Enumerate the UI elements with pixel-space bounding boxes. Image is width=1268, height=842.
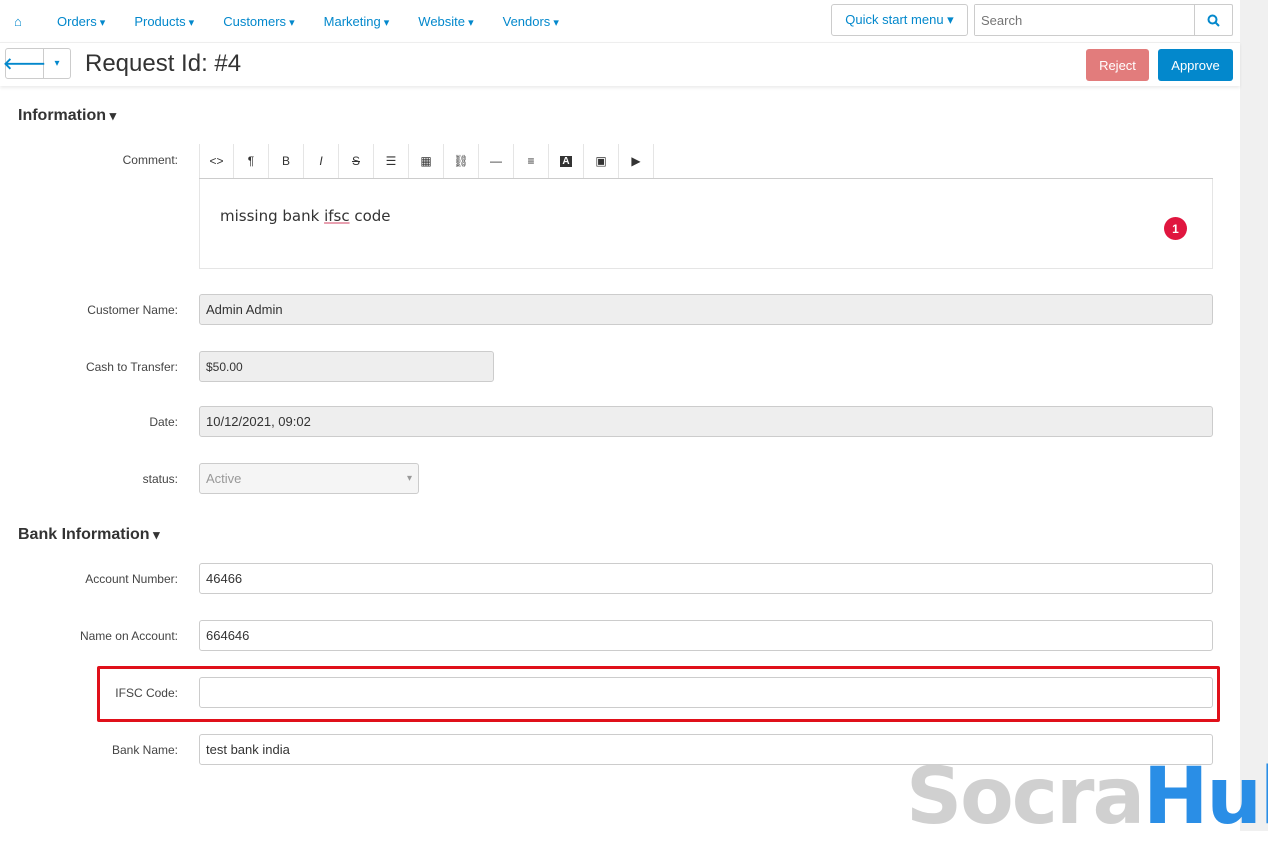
back-arrow-icon[interactable]: 🡐 — [3, 49, 46, 78]
comment-label: Comment: — [122, 153, 178, 167]
search-input[interactable] — [975, 5, 1194, 35]
nav-website[interactable]: Website — [418, 14, 473, 29]
chevron-down-icon[interactable]: ▾ — [44, 49, 70, 78]
customer-name-field[interactable]: Admin Admin — [199, 294, 1213, 325]
text-color-icon[interactable]: A — [549, 144, 584, 178]
watermark-logo: SocraHub — [906, 752, 1268, 842]
link-icon[interactable]: ⛓ — [444, 144, 479, 178]
ifsc-code-label: IFSC Code: — [115, 686, 178, 700]
comment-text: missing bank ifsc code — [220, 207, 391, 225]
quick-start-menu-button[interactable]: Quick start menu ▾ — [831, 4, 968, 36]
notification-badge: 1 — [1164, 217, 1187, 240]
name-on-account-label: Name on Account: — [79, 629, 178, 643]
nav-orders[interactable]: Orders — [57, 14, 105, 29]
date-label: Date: — [149, 415, 178, 429]
bank-name-label: Bank Name: — [111, 743, 178, 757]
status-label: status: — [142, 472, 178, 486]
customer-name-label: Customer Name: — [87, 303, 178, 317]
editor-toolbar: <> ¶ B I S ☰ ▦ ⛓ — ≡ A ▣ ▶ — [199, 144, 1213, 179]
code-view-icon[interactable]: <> — [199, 144, 234, 178]
status-value: Active — [206, 471, 242, 486]
image-icon[interactable]: ▣ — [584, 144, 619, 178]
watermark-part2: Hub — [1143, 752, 1268, 842]
strikethrough-icon[interactable]: S — [339, 144, 374, 178]
home-icon[interactable]: ⌂ — [14, 14, 28, 29]
comment-text-start: missing bank — [220, 207, 325, 225]
paragraph-icon[interactable]: ¶ — [234, 144, 269, 178]
misspelled-word: ifsc — [324, 207, 350, 225]
scrollbar[interactable] — [1240, 0, 1268, 831]
chevron-down-icon: ▾ — [406, 473, 412, 484]
date-field[interactable]: 10/12/2021, 09:02 — [199, 406, 1213, 437]
align-icon[interactable]: ≡ — [514, 144, 549, 178]
watermark-part1: Socra — [906, 752, 1145, 842]
bank-information-heading[interactable]: Bank Information — [18, 526, 160, 544]
account-number-label: Account Number: — [85, 572, 178, 586]
reject-button[interactable]: Reject — [1086, 49, 1149, 81]
account-number-input[interactable]: 46466 — [199, 563, 1213, 594]
page-header: 🡐 ▾ Request Id: #4 Reject Approve — [0, 42, 1240, 86]
cash-field[interactable]: $50.00 — [199, 351, 494, 382]
italic-icon[interactable]: I — [304, 144, 339, 178]
table-icon[interactable]: ▦ — [409, 144, 444, 178]
video-icon[interactable]: ▶ — [619, 144, 654, 178]
approve-button[interactable]: Approve — [1158, 49, 1233, 81]
list-icon[interactable]: ☰ — [374, 144, 409, 178]
page-title: Request Id: #4 — [85, 50, 242, 77]
nav-vendors[interactable]: Vendors — [503, 14, 559, 29]
status-select[interactable]: Active ▾ — [199, 463, 419, 494]
comment-text-end: code — [349, 207, 391, 225]
back-button-group: 🡐 ▾ — [3, 48, 71, 79]
ifsc-code-input[interactable] — [199, 677, 1213, 708]
comment-editor[interactable]: missing bank ifsc code 1 — [199, 179, 1213, 269]
search-icon — [1207, 14, 1220, 27]
name-on-account-input[interactable]: 664646 — [199, 620, 1213, 651]
search-button[interactable] — [1194, 5, 1232, 35]
bold-icon[interactable]: B — [269, 144, 304, 178]
nav-customers[interactable]: Customers — [223, 14, 294, 29]
nav-products[interactable]: Products — [134, 14, 194, 29]
information-heading[interactable]: Information — [18, 107, 116, 125]
search-box — [974, 4, 1233, 36]
cash-label: Cash to Transfer: — [85, 360, 178, 374]
horizontal-rule-icon[interactable]: — — [479, 144, 514, 178]
nav-marketing[interactable]: Marketing — [324, 14, 390, 29]
